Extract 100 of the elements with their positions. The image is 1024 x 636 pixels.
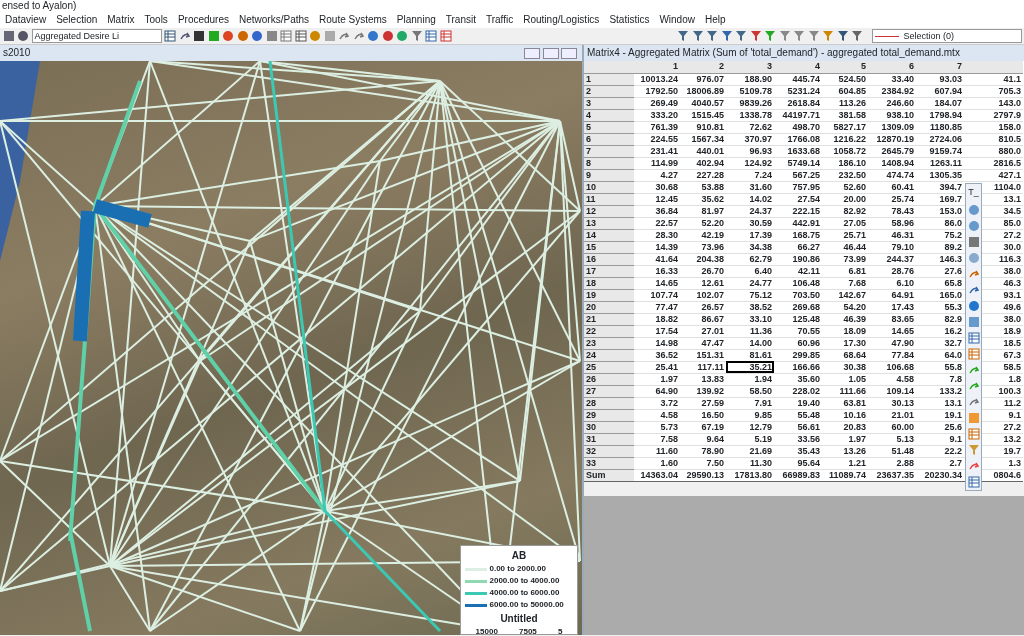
menu-item[interactable]: Planning (391, 12, 441, 28)
table-cell: 109.14 (868, 385, 916, 397)
menu-item[interactable]: Routing/Logistics (518, 12, 605, 28)
table-cell: 14363.04 (634, 469, 680, 481)
table-cell: 11.36 (726, 325, 774, 337)
table-cell: 139.92 (680, 385, 726, 397)
table-cell: 83.65 (868, 313, 916, 325)
circle-icon[interactable] (222, 30, 234, 42)
grid-icon[interactable] (164, 30, 176, 42)
menu-item[interactable]: Traffic (481, 12, 519, 28)
table-cell: 25.74 (868, 193, 916, 205)
funnel-icon[interactable] (778, 30, 791, 42)
table-cell: 5.73 (634, 421, 680, 433)
table-cell: 19.40 (774, 397, 822, 409)
maximize-button[interactable] (542, 47, 559, 59)
circle-icon[interactable] (367, 30, 379, 42)
menu-item[interactable]: Statistics (604, 12, 655, 28)
circle-icon[interactable] (381, 30, 394, 42)
minimize-button[interactable] (524, 47, 540, 59)
table-cell: 75.2 (916, 229, 964, 241)
table-cell: 810.5 (964, 133, 1023, 145)
table-cell: 47.90 (868, 337, 916, 349)
table-cell: 33.40 (868, 73, 916, 85)
layer-dropdown[interactable]: Aggregated Desire Li (31, 29, 162, 43)
menu-item[interactable]: Matrix (102, 12, 140, 28)
grid-icon[interactable] (439, 30, 452, 42)
table-cell: 1216.22 (822, 133, 868, 145)
menu-item[interactable]: Help (699, 12, 731, 28)
column-header: 4 (774, 61, 822, 73)
table-cell: 35.62 (680, 193, 726, 205)
table-cell: 107.74 (634, 289, 680, 301)
funnel-icon[interactable] (720, 30, 733, 42)
table-cell: 9.85 (726, 409, 774, 421)
table-cell: 2816.5 (964, 157, 1023, 169)
grid-icon[interactable] (967, 475, 980, 488)
table-cell: 524.50 (822, 73, 868, 85)
table-cell: 60.41 (868, 181, 916, 193)
table-cell: 498.70 (774, 121, 822, 133)
circle-icon[interactable] (309, 30, 321, 42)
selection-dropdown[interactable]: Selection (0) (871, 29, 1022, 43)
table-cell: 3.72 (634, 397, 680, 409)
circle-icon[interactable] (251, 30, 263, 42)
table-cell: 1.05 (822, 373, 868, 385)
table-cell: 168.75 (774, 229, 822, 241)
grid-icon[interactable] (294, 30, 307, 42)
table-cell: 89.2 (916, 241, 964, 253)
grid-icon[interactable] (967, 427, 980, 440)
menu-item[interactable]: Networks/Paths (234, 12, 315, 28)
redo-arrow-icon[interactable] (352, 30, 365, 42)
square-icon[interactable] (265, 30, 278, 42)
table-cell: 25.71 (822, 229, 868, 241)
table-cell: 26.57 (680, 301, 726, 313)
funnel-icon[interactable] (677, 30, 689, 42)
table-cell: 1.97 (634, 373, 680, 385)
menu-item[interactable]: Route Systems (314, 12, 392, 28)
table-cell: 78.90 (680, 445, 726, 457)
table-cell: 96.93 (726, 145, 774, 157)
funnel-icon[interactable] (807, 30, 820, 42)
table-cell: 2645.79 (868, 145, 916, 157)
funnel-icon[interactable] (691, 30, 704, 42)
table-cell: 14.00 (726, 337, 774, 349)
menu-item[interactable]: Procedures (172, 12, 234, 28)
funnel-icon[interactable] (836, 30, 849, 42)
table-cell: 6.10 (868, 277, 916, 289)
funnel-icon[interactable] (749, 30, 762, 42)
funnel-icon[interactable] (735, 30, 747, 42)
table-cell: 51.48 (868, 445, 916, 457)
table-cell: 190.86 (774, 253, 822, 265)
table-cell: 204.38 (680, 253, 726, 265)
table-cell: 22.2 (916, 445, 964, 457)
square-icon[interactable] (967, 411, 980, 424)
menu-item[interactable]: Tools (139, 12, 173, 28)
table-cell: 25.6 (916, 421, 964, 433)
table-cell: 81.97 (680, 205, 726, 217)
table-cell: 9.1 (916, 433, 964, 445)
column-header: 6 (868, 61, 916, 73)
table-cell: 52.20 (680, 217, 726, 229)
grid-icon[interactable] (425, 30, 437, 42)
table-cell: 124.92 (726, 157, 774, 169)
menu-item[interactable]: Dataview (0, 12, 52, 28)
menu-item[interactable]: Transit (440, 12, 481, 28)
menu-item[interactable]: Selection (51, 12, 103, 28)
table-cell: 42.11 (774, 265, 822, 277)
table-cell: 20230.34 (916, 469, 964, 481)
circle-icon[interactable] (396, 30, 408, 42)
funnel-icon[interactable] (706, 30, 718, 42)
close-button[interactable] (561, 47, 577, 59)
column-header: 1 (634, 61, 680, 73)
table-cell: 38.52 (726, 301, 774, 313)
funnel-icon[interactable] (793, 30, 805, 42)
table-cell: 757.95 (774, 181, 822, 193)
table-cell: 6.40 (726, 265, 774, 277)
grid-icon[interactable] (280, 30, 292, 42)
menu-item[interactable]: Window (654, 12, 700, 28)
table-cell: 28.30 (634, 229, 680, 241)
square-icon[interactable] (323, 30, 336, 42)
table-cell: 1792.50 (634, 85, 680, 97)
undo-arrow-icon[interactable] (338, 30, 350, 42)
funnel-icon[interactable] (851, 30, 863, 42)
table-cell: 24.77 (726, 277, 774, 289)
